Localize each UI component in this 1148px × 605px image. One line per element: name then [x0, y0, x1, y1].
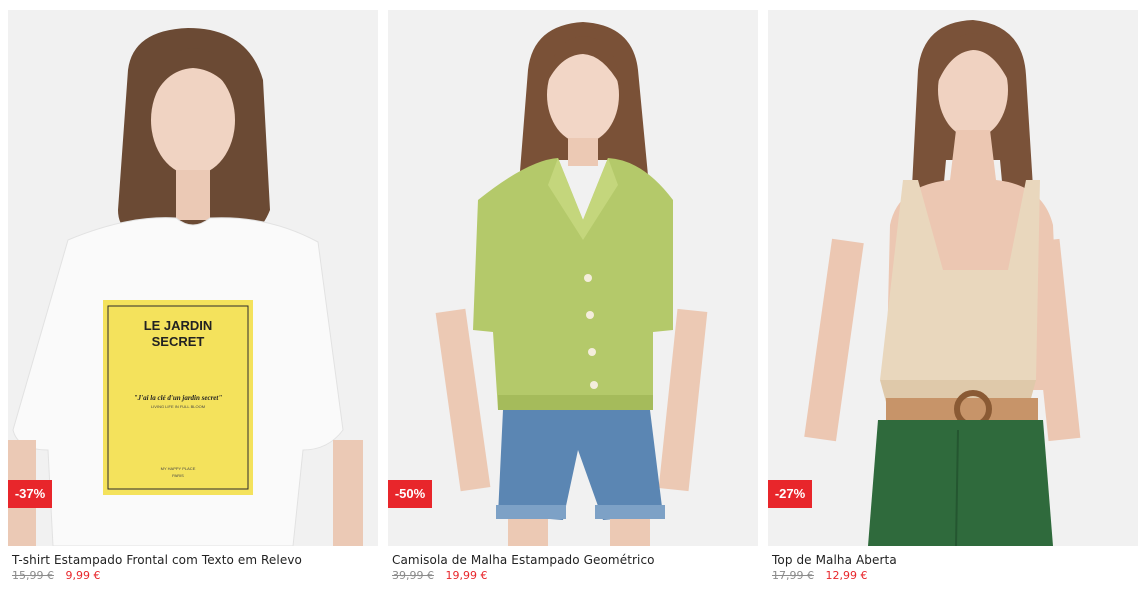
- product-name[interactable]: Top de Malha Aberta: [772, 553, 897, 567]
- sale-price: 12,99 €: [825, 569, 868, 582]
- sale-price: 19,99 €: [445, 569, 488, 582]
- product-photo-knit-top: [768, 10, 1138, 546]
- product-name[interactable]: T-shirt Estampado Frontal com Texto em R…: [12, 553, 302, 567]
- product-image[interactable]: -27%: [768, 10, 1138, 546]
- price-row: 39,99 € 19,99 €: [392, 569, 488, 582]
- product-photo-knit-shirt: [388, 10, 758, 546]
- price-row: 15,99 € 9,99 €: [12, 569, 101, 582]
- product-card[interactable]: LE JARDIN SECRET "J'ai la clé d'un jardi…: [8, 10, 378, 600]
- discount-badge: -27%: [768, 480, 812, 508]
- product-image[interactable]: LE JARDIN SECRET "J'ai la clé d'un jardi…: [8, 10, 378, 546]
- product-image[interactable]: -50%: [388, 10, 758, 546]
- product-name[interactable]: Camisola de Malha Estampado Geométrico: [392, 553, 655, 567]
- sale-price: 9,99 €: [65, 569, 101, 582]
- product-card[interactable]: -50% Camisola de Malha Estampado Geométr…: [388, 10, 758, 600]
- old-price: 17,99 €: [772, 569, 814, 582]
- print-sub: LIVING LIFE IN FULL BLOOM: [151, 404, 205, 409]
- print-footer-2: PARIS: [172, 473, 184, 478]
- price-row: 17,99 € 12,99 €: [772, 569, 868, 582]
- product-photo-tshirt: LE JARDIN SECRET "J'ai la clé d'un jardi…: [8, 10, 378, 546]
- print-title-2: SECRET: [152, 334, 205, 349]
- discount-badge: -50%: [388, 480, 432, 508]
- discount-badge: -37%: [8, 480, 52, 508]
- old-price: 15,99 €: [12, 569, 54, 582]
- product-card[interactable]: -27% Top de Malha Aberta 17,99 € 12,99 €: [768, 10, 1138, 600]
- print-footer-1: MY HAPPY PLACE: [161, 466, 196, 471]
- old-price: 39,99 €: [392, 569, 434, 582]
- print-title-1: LE JARDIN: [144, 318, 213, 333]
- print-quote: "J'ai la clé d'un jardin secret": [134, 394, 223, 402]
